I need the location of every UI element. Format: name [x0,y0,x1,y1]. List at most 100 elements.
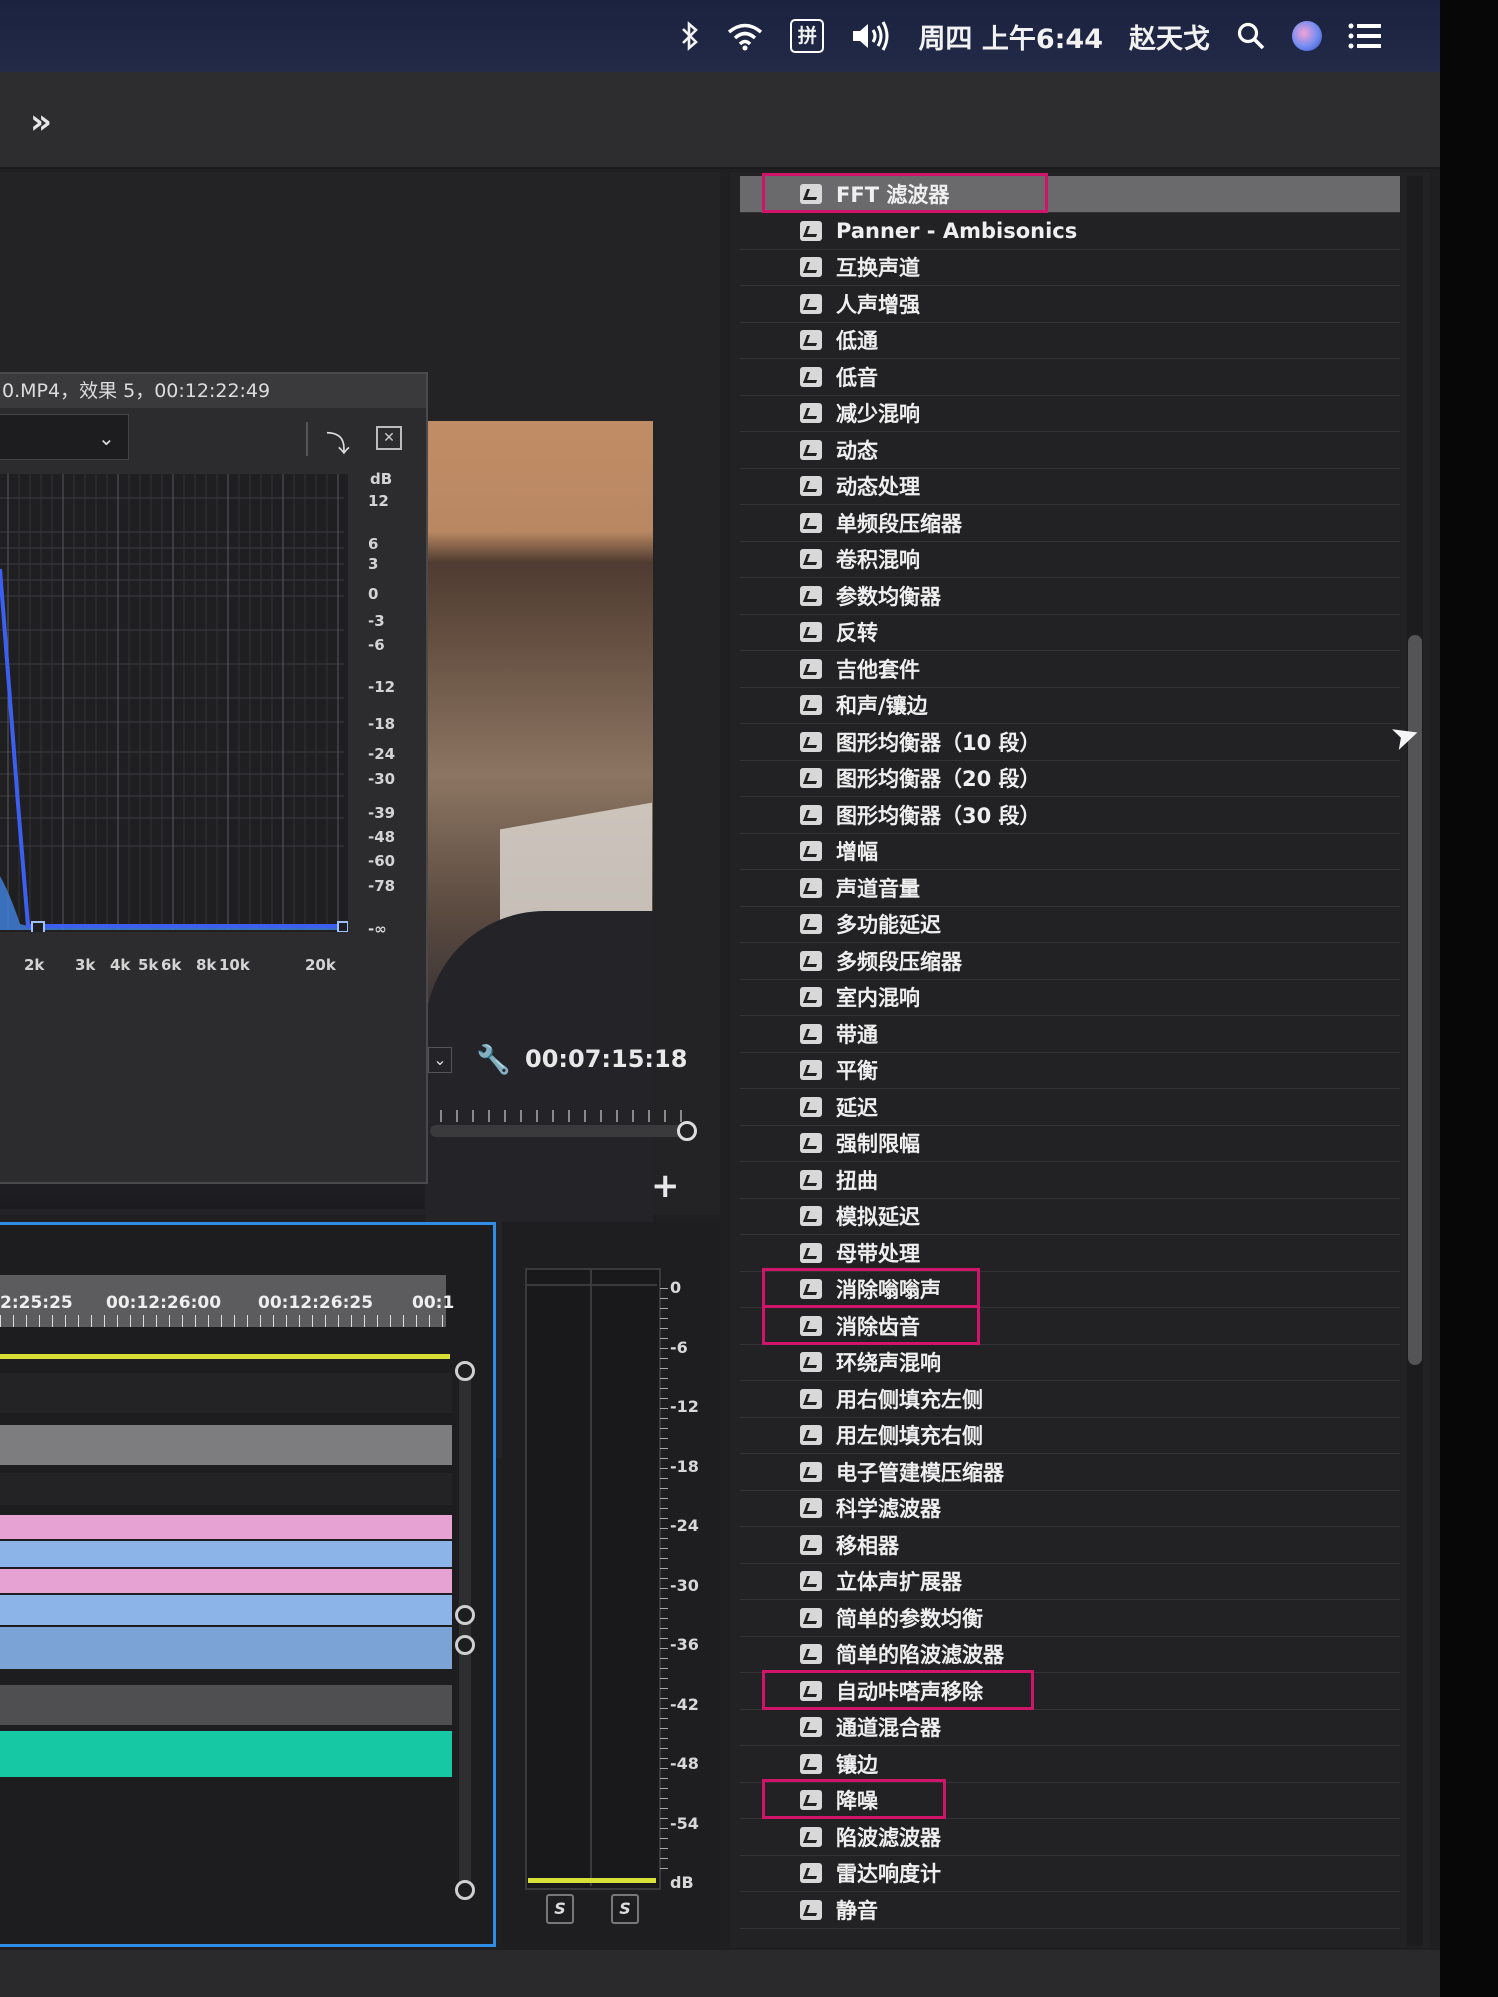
effect-item[interactable]: 图形均衡器（20 段） [740,760,1400,797]
effect-item[interactable]: 声道音量 [740,870,1400,907]
scrubber-handle[interactable] [677,1121,697,1141]
effect-label: 用左侧填充右侧 [836,1424,983,1448]
effect-item[interactable]: 动态处理 [740,468,1400,505]
input-method-icon[interactable]: 拼 [790,19,825,53]
zoom-handle[interactable] [455,1605,475,1625]
expand-panels-button[interactable]: » [30,102,52,142]
effect-label: 动态 [836,438,878,463]
timeline-clip[interactable] [0,1569,452,1593]
effect-item[interactable]: 简单的参数均衡 [740,1600,1400,1637]
effect-item[interactable]: 模拟延迟 [740,1198,1400,1235]
effect-label: 参数均衡器 [836,584,941,609]
curve-point[interactable] [31,921,45,932]
add-button[interactable]: + [651,1166,680,1206]
wifi-icon[interactable] [726,21,764,51]
effect-item[interactable]: 增幅 [740,833,1400,870]
effect-item[interactable]: 扭曲 [740,1162,1400,1199]
effect-item[interactable]: 母带处理 [740,1235,1400,1272]
effect-item[interactable]: 环绕声混响 [740,1344,1400,1381]
audio-effect-icon [800,658,822,679]
effect-item[interactable]: 反转 [740,614,1400,651]
effect-item[interactable]: 动态 [740,432,1400,469]
audio-effect-icon [800,220,822,241]
ruler-ticks [0,1315,446,1327]
timeline-clip[interactable] [0,1473,452,1505]
zoom-handle[interactable] [455,1880,475,1900]
effect-item[interactable]: 吉他套件 [740,651,1400,688]
effect-item[interactable]: 减少混响 [740,395,1400,432]
wrench-icon[interactable]: 🔧 [476,1043,511,1076]
effect-item[interactable]: 室内混响 [740,979,1400,1016]
solo-left-button[interactable]: S [546,1894,574,1924]
effect-item[interactable]: 通道混合器 [740,1709,1400,1746]
effect-item[interactable]: 多功能延迟 [740,906,1400,943]
meter-scale-label: -48 [670,1754,699,1773]
effect-item[interactable]: 电子管建模压缩器 [740,1454,1400,1491]
search-icon[interactable] [1236,21,1266,51]
effect-item[interactable]: 用右侧填充左侧 [740,1381,1400,1418]
effect-editor-title[interactable]: 0.MP4，效果 5，00:12:22:49 [0,374,426,408]
routing-icon[interactable]: ⤵ [326,424,350,459]
timeline-clip[interactable] [0,1685,452,1725]
effect-label: 低通 [836,329,878,353]
effect-item[interactable]: 雷达响度计 [740,1855,1400,1892]
effect-item[interactable]: 镶边 [740,1746,1400,1783]
zoom-handle[interactable] [455,1361,475,1381]
effect-item[interactable]: 用左侧填充右侧 [740,1417,1400,1454]
effect-item[interactable]: 科学滤波器 [740,1490,1400,1527]
effect-item[interactable]: 低音 [740,359,1400,396]
audio-effect-icon [800,1169,822,1190]
effect-item[interactable]: 平衡 [740,1052,1400,1089]
timeline-clip[interactable] [0,1515,452,1539]
timeline-scrollbar[interactable] [459,1369,471,1889]
volume-icon[interactable] [850,21,892,51]
timeline-clip[interactable] [0,1731,452,1777]
bluetooth-icon[interactable] [680,20,700,52]
effect-item[interactable]: 多频段压缩器 [740,943,1400,980]
effect-item[interactable]: 图形均衡器（30 段） [740,797,1400,834]
effect-item[interactable]: 静音 [740,1892,1400,1929]
effect-item[interactable]: 延迟 [740,1089,1400,1126]
siri-icon[interactable] [1292,21,1322,51]
notification-center-icon[interactable] [1348,23,1382,49]
db-tick-label: -12 [368,678,396,696]
effect-item[interactable]: 参数均衡器 [740,578,1400,615]
chevron-down-icon[interactable]: ⌄ [98,426,115,450]
db-tick-label: -24 [368,745,396,763]
effect-label: 立体声扩展器 [836,1570,962,1594]
solo-right-button[interactable]: S [611,1894,639,1924]
timeline-clip[interactable] [0,1373,452,1413]
effect-item[interactable]: 移相器 [740,1527,1400,1564]
fft-filter-graph[interactable] [0,474,348,932]
timeline-ruler[interactable]: 2:25:25 00:12:26:00 00:12:26:25 00:1 [0,1275,454,1327]
effect-item[interactable]: 单频段压缩器 [740,505,1400,542]
close-icon[interactable]: ✕ [376,426,402,450]
menubar-clock[interactable]: 周四 上午6:44 [918,17,1103,56]
effect-item[interactable]: 和声/镶边 [740,687,1400,724]
effect-item[interactable]: 陷波滤波器 [740,1819,1400,1856]
effect-item[interactable]: 带通 [740,1016,1400,1053]
effect-item[interactable]: 卷积混响 [740,541,1400,578]
timeline-clip[interactable] [0,1425,452,1465]
effect-label: 卷积混响 [836,548,920,572]
in-out-bar[interactable] [0,1354,450,1359]
playhead-timecode[interactable]: 00:07:15:18 [525,1045,687,1073]
zoom-handle[interactable] [455,1635,475,1655]
effect-item[interactable]: 互换声道 [740,249,1400,286]
effect-item[interactable]: 强制限幅 [740,1125,1400,1162]
effect-item[interactable]: 简单的陷波滤波器 [740,1636,1400,1673]
menubar-user[interactable]: 赵天戈 [1129,17,1210,56]
fit-dropdown-chevron-icon[interactable]: ⌄ [428,1047,452,1073]
timeline-clip[interactable] [0,1627,452,1669]
timeline-clip[interactable] [0,1541,452,1567]
timeline-clip[interactable] [0,1595,452,1625]
db-tick-label: 3 [368,555,379,573]
monitor-scrubber[interactable] [430,1125,695,1137]
effect-item[interactable]: 低通 [740,322,1400,359]
effect-item[interactable]: Panner - Ambisonics [740,213,1400,250]
effect-item[interactable]: 人声增强 [740,286,1400,323]
curve-point[interactable] [337,921,348,932]
meter-scale-label: -6 [670,1337,688,1357]
effect-item[interactable]: 立体声扩展器 [740,1563,1400,1600]
effect-item[interactable]: 图形均衡器（10 段） [740,724,1400,761]
